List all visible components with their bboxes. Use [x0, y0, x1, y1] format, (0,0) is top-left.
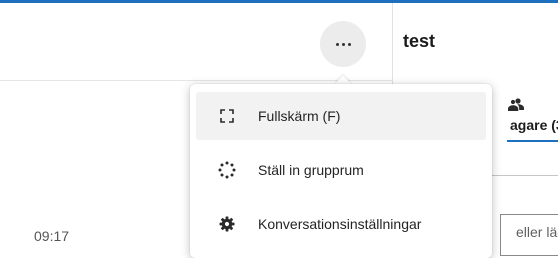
gear-icon: [218, 215, 236, 233]
menu-item-conversation-settings[interactable]: Konversationsinställningar: [196, 200, 486, 248]
group-room-icon: [218, 161, 236, 179]
more-options-button[interactable]: [320, 21, 366, 67]
tab-participants[interactable]: agare (3: [510, 117, 558, 133]
participants-icon: [508, 98, 524, 111]
message-timestamp: 09:17: [34, 228, 70, 244]
menu-item-label: Fullskärm (F): [258, 108, 341, 124]
more-options-icon: [335, 42, 351, 46]
fullscreen-icon: [218, 107, 236, 125]
menu-item-label: Ställ in grupprum: [258, 162, 364, 178]
menu-item-fullscreen[interactable]: Fullskärm (F): [196, 92, 486, 140]
more-options-menu: Fullskärm (F) Ställ in grupprum Konversa…: [190, 84, 492, 258]
chat-title: test: [403, 31, 436, 51]
participant-search-placeholder: eller läg: [516, 224, 558, 240]
menu-item-group-room[interactable]: Ställ in grupprum: [196, 146, 486, 194]
header-divider: [0, 80, 392, 81]
active-tab-indicator: [507, 140, 558, 142]
menu-item-label: Konversationsinställningar: [258, 216, 422, 232]
